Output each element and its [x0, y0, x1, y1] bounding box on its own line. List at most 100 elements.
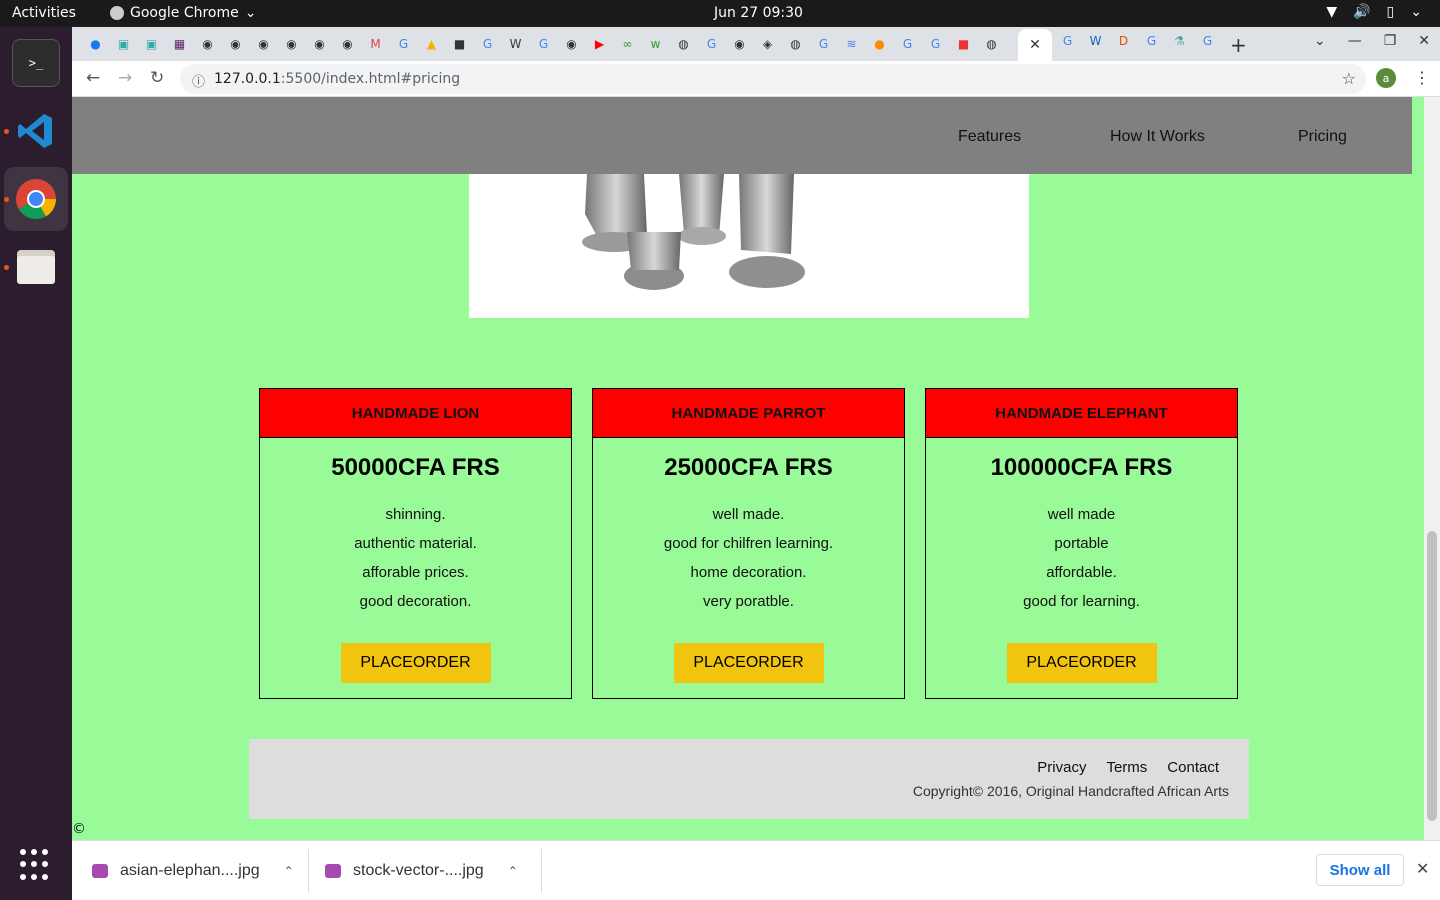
tab-active[interactable]: ✕: [1018, 29, 1052, 61]
tab-favicon-app[interactable]: w: [644, 34, 667, 54]
back-arrow-icon[interactable]: ←: [86, 68, 100, 88]
url-text[interactable]: 127.0.0.1:5500/index.html#pricing: [214, 71, 460, 87]
scrollbar-thumb[interactable]: [1427, 531, 1437, 821]
nav-link-how-it-works[interactable]: How It Works: [1110, 128, 1205, 146]
tab-favicon-github[interactable]: ◉: [280, 34, 303, 54]
feature-item: portable: [1054, 535, 1109, 552]
tab-favicon-github[interactable]: ◉: [728, 34, 751, 54]
tab-favicon-github[interactable]: ◉: [308, 34, 331, 54]
terminal-icon[interactable]: >_: [12, 39, 60, 87]
volume-icon: 🔊: [1353, 4, 1371, 20]
bookmark-star-icon[interactable]: ☆: [1342, 69, 1356, 88]
feature-item: good for learning.: [1023, 593, 1140, 610]
tab-favicon-google[interactable]: G: [532, 34, 555, 54]
activities-button[interactable]: Activities: [12, 5, 76, 21]
tab-favicon-google[interactable]: G: [896, 34, 919, 54]
footer-links: Privacy Terms Contact: [1037, 759, 1219, 776]
tab-favicon-app[interactable]: ⚗: [1168, 34, 1191, 48]
tab-favicon-youtube[interactable]: ▶: [588, 34, 611, 54]
tab-favicon-doc[interactable]: ▣: [112, 34, 135, 54]
image-file-icon: [325, 864, 341, 878]
tab-favicon-google[interactable]: G: [1056, 34, 1079, 48]
tab-favicon-wikipedia[interactable]: W: [504, 34, 527, 54]
tab-favicon-google[interactable]: G: [476, 34, 499, 54]
chevron-down-icon: ⌄: [244, 5, 257, 21]
restore-icon[interactable]: ❐: [1384, 33, 1397, 49]
close-icon[interactable]: ✕: [1416, 859, 1429, 878]
url-host: 127.0.0.1: [214, 71, 281, 87]
tab-favicon-drive[interactable]: ▲: [420, 34, 443, 54]
tab-favicon-github[interactable]: ◉: [224, 34, 247, 54]
close-icon[interactable]: ✕: [1418, 33, 1430, 49]
download-filename: asian-elephan....jpg: [120, 862, 260, 879]
forward-arrow-icon[interactable]: →: [118, 68, 132, 88]
download-item[interactable]: asian-elephan....jpg ⌃: [92, 855, 294, 887]
divider: [308, 849, 309, 893]
nav-link-features[interactable]: Features: [958, 128, 1021, 146]
show-applications-button[interactable]: [20, 849, 52, 881]
download-item[interactable]: stock-vector-....jpg ⌃: [325, 855, 518, 887]
tab-favicon-github[interactable]: ◉: [336, 34, 359, 54]
more-menu-icon[interactable]: ⋮: [1414, 68, 1430, 87]
show-all-button[interactable]: Show all: [1316, 854, 1404, 886]
tab-favicon-google[interactable]: G: [392, 34, 415, 54]
tab-favicon-app[interactable]: ≋: [840, 34, 863, 54]
tab-favicon-gmail[interactable]: M: [364, 34, 387, 54]
page-scrollbar[interactable]: [1424, 97, 1440, 840]
tab-favicon-google[interactable]: G: [812, 34, 835, 54]
tab-favicon-github[interactable]: ◉: [196, 34, 219, 54]
footer-link-privacy[interactable]: Privacy: [1037, 759, 1086, 776]
tab-favicon-google[interactable]: G: [1196, 34, 1219, 48]
tab-favicon-app[interactable]: ∞: [616, 34, 639, 54]
tab-search-icon[interactable]: ⌄: [1314, 33, 1326, 49]
footer-link-terms[interactable]: Terms: [1106, 759, 1147, 776]
nav-link-pricing[interactable]: Pricing: [1298, 128, 1347, 146]
url-path: :5500/index.html#pricing: [280, 71, 461, 87]
tab-favicon-globe[interactable]: ◍: [980, 34, 1003, 54]
place-order-button[interactable]: PLACEORDER: [340, 643, 491, 683]
tab-favicon-slack[interactable]: ▦: [168, 34, 191, 54]
tab-favicon-app[interactable]: D: [1112, 34, 1135, 48]
tab-favicon-app[interactable]: ●: [868, 34, 891, 54]
tab-favicon-github[interactable]: ◉: [252, 34, 275, 54]
new-tab-button[interactable]: +: [1230, 33, 1247, 57]
feature-item: authentic material.: [354, 535, 477, 552]
place-order-button[interactable]: PLACEORDER: [1006, 643, 1157, 683]
tab-favicon-app[interactable]: W: [1084, 34, 1107, 48]
copyright-text: Copyright© 2016, Original Handcrafted Af…: [912, 783, 1229, 799]
tab-favicon-google[interactable]: G: [924, 34, 947, 54]
pinned-tabs: ● ▣ ▣ ▦ ◉ ◉ ◉ ◉ ◉ ◉ M G ▲ ■ G W G ◉ ▶ ∞ …: [84, 34, 1003, 54]
footer-link-contact[interactable]: Contact: [1167, 759, 1219, 776]
minimize-icon[interactable]: —: [1348, 33, 1362, 49]
reload-icon[interactable]: ↻: [150, 68, 164, 88]
tab-favicon-google[interactable]: G: [1140, 34, 1163, 48]
place-order-button[interactable]: PLACEORDER: [673, 643, 824, 683]
vscode-icon[interactable]: [12, 107, 60, 155]
feature-item: afforable prices.: [362, 564, 469, 581]
tab-favicon-app[interactable]: ■: [448, 34, 471, 54]
tab-favicon-facebook[interactable]: ●: [84, 34, 107, 54]
chrome-icon[interactable]: [12, 175, 60, 223]
tab-favicon-doc[interactable]: ▣: [140, 34, 163, 54]
chevron-up-icon[interactable]: ⌃: [284, 864, 294, 878]
card-price: 25000CFA FRS: [664, 454, 833, 481]
tab-favicon-github[interactable]: ◉: [560, 34, 583, 54]
tab-favicon-app[interactable]: ■: [952, 34, 975, 54]
chevron-up-icon[interactable]: ⌃: [508, 864, 518, 878]
system-tray[interactable]: ▼ 🔊 ▯ ⌄: [1326, 4, 1422, 20]
stray-copyright-symbol: ©: [72, 821, 86, 837]
files-icon[interactable]: [12, 243, 60, 291]
profile-avatar[interactable]: a: [1376, 68, 1396, 88]
card-title: HANDMADE LION: [260, 389, 571, 438]
app-menu[interactable]: Google Chrome ⌄: [110, 5, 256, 21]
clock[interactable]: Jun 27 09:30: [714, 5, 803, 21]
feature-item: affordable.: [1046, 564, 1117, 581]
info-icon[interactable]: ⓘ: [192, 71, 205, 90]
divider: [541, 849, 542, 893]
address-bar[interactable]: ⓘ 127.0.0.1:5500/index.html#pricing ☆: [180, 64, 1366, 94]
tab-favicon-globe[interactable]: ◍: [784, 34, 807, 54]
close-icon[interactable]: ✕: [1029, 37, 1041, 53]
tab-favicon-codepen[interactable]: ◈: [756, 34, 779, 54]
tab-favicon-globe[interactable]: ◍: [672, 34, 695, 54]
tab-favicon-google[interactable]: G: [700, 34, 723, 54]
